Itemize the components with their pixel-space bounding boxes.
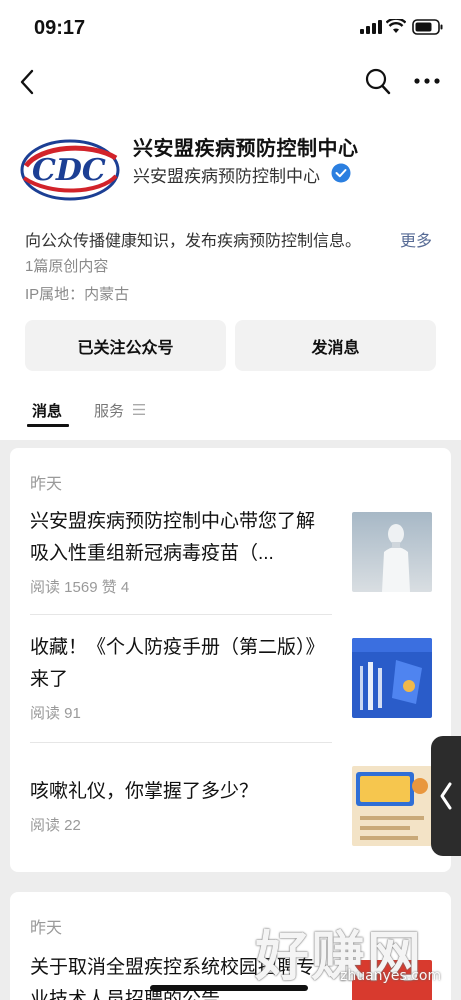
followed-button[interactable]: 已关注公众号	[25, 320, 226, 371]
signal-icon	[360, 20, 382, 34]
account-description: 向公众传播健康知识，发布疾病预防控制信息。	[25, 233, 362, 250]
account-name: 兴安盟疾病预防控制中心	[133, 138, 359, 160]
watermark-url: zhuanyes.com	[340, 968, 442, 984]
tab-messages[interactable]: 消息	[32, 400, 62, 421]
ip-location: IP属地：内蒙古	[25, 286, 130, 303]
article-thumbnail[interactable]	[352, 512, 432, 592]
wifi-icon	[386, 19, 406, 33]
search-icon[interactable]	[364, 66, 392, 96]
article-meta: 阅读 91	[30, 705, 81, 722]
clock: 09:17	[34, 17, 86, 39]
svg-text:CDC: CDC	[32, 153, 106, 188]
article-meta: 阅读 1569 赞 4	[30, 579, 130, 596]
article-item[interactable]: 收藏！《个人防疫手册（第二版）》来了 阅读 91	[10, 634, 451, 734]
more-link[interactable]: 更多	[400, 227, 432, 251]
article-item[interactable]: 兴安盟疾病预防控制中心带您了解吸入性重组新冠病毒疫苗（... 阅读 1569 赞…	[10, 504, 451, 614]
chevron-left-icon[interactable]	[431, 736, 461, 856]
back-icon[interactable]	[14, 66, 46, 98]
divider	[30, 614, 332, 615]
status-bar: 09:17	[0, 0, 461, 56]
account-subtitle[interactable]: 兴安盟疾病预防控制中心	[133, 162, 320, 187]
cdc-logo[interactable]: CDC	[20, 136, 120, 202]
original-count[interactable]: 1篇原创内容	[25, 255, 108, 276]
date-label: 昨天	[30, 920, 63, 937]
send-message-button[interactable]: 发消息	[235, 320, 436, 371]
tab-services[interactable]: 服务	[94, 400, 124, 421]
article-meta: 阅读 22	[30, 817, 81, 834]
date-label: 昨天	[30, 476, 63, 493]
active-tab-indicator	[27, 424, 69, 427]
article-title[interactable]: 咳嗽礼仪，你掌握了多少？	[30, 776, 330, 808]
message-card: 昨天 兴安盟疾病预防控制中心带您了解吸入性重组新冠病毒疫苗（... 阅读 156…	[10, 448, 451, 872]
article-title[interactable]: 收藏！《个人防疫手册（第二版）》来了	[30, 632, 330, 696]
divider	[30, 742, 332, 743]
menu-icon[interactable]	[133, 404, 145, 415]
more-icon[interactable]	[412, 68, 442, 94]
article-thumbnail[interactable]	[352, 766, 432, 846]
article-item[interactable]: 咳嗽礼仪，你掌握了多少？ 阅读 22	[10, 762, 451, 862]
home-indicator[interactable]	[150, 985, 308, 991]
article-thumbnail[interactable]	[352, 638, 432, 718]
article-title[interactable]: 兴安盟疾病预防控制中心带您了解吸入性重组新冠病毒疫苗（...	[30, 506, 330, 570]
floating-side-tab[interactable]	[431, 736, 461, 856]
battery-icon	[412, 19, 443, 35]
verified-icon	[331, 163, 351, 183]
